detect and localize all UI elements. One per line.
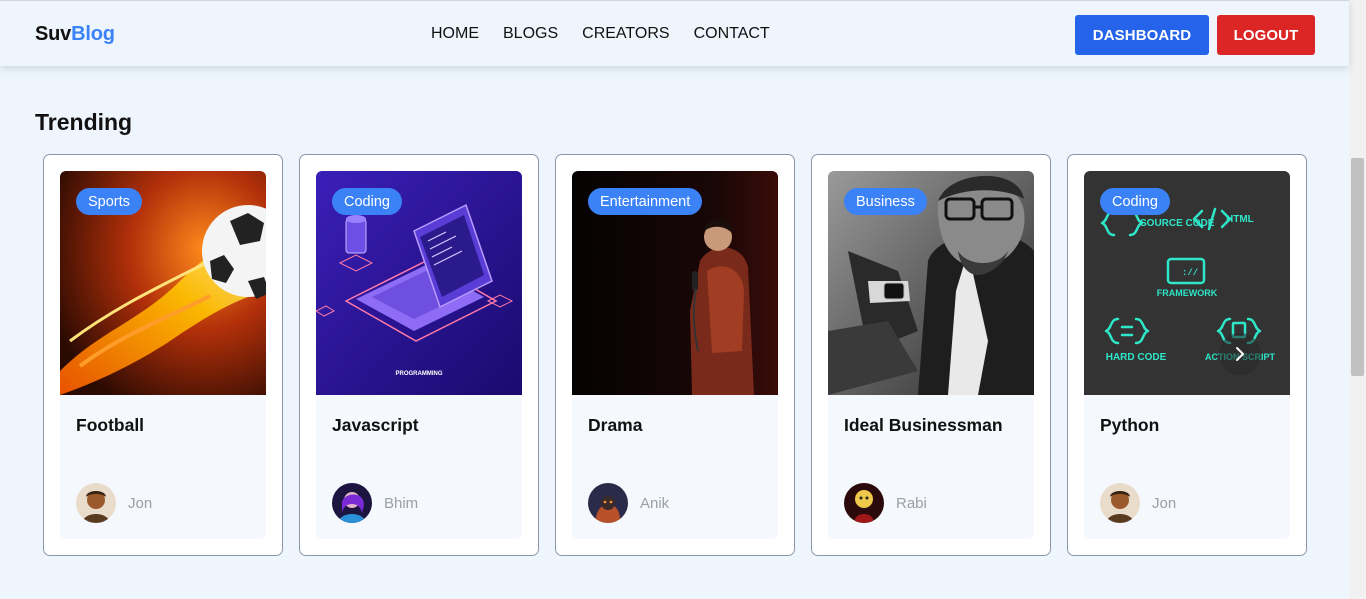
category-tag[interactable]: Entertainment	[588, 188, 703, 215]
card-body: Business Ideal Businessman Rabi	[828, 171, 1034, 539]
author-avatar	[588, 483, 628, 523]
category-tag[interactable]: Coding	[1100, 188, 1170, 215]
card-body: Sports Football Jon	[60, 171, 266, 539]
page: SuvBlog HOME BLOGS CREATORS CONTACT DASH…	[0, 0, 1366, 599]
category-tag[interactable]: Business	[844, 188, 927, 215]
laptop-isometric-image: PROGRAMMING Coding	[316, 171, 522, 395]
nav-home[interactable]: HOME	[431, 25, 479, 43]
scrollbar-thumb[interactable]	[1351, 158, 1364, 376]
logo-part-2: Blog	[71, 23, 115, 45]
image-label: HARD CODE	[1106, 352, 1167, 363]
main-nav: HOME BLOGS CREATORS CONTACT	[431, 25, 770, 43]
author-avatar	[844, 483, 884, 523]
blog-card[interactable]: Entertainment Drama Anik	[555, 154, 795, 556]
category-tag[interactable]: Coding	[332, 188, 402, 215]
card-body: Entertainment Drama Anik	[572, 171, 778, 539]
logo-part-1: Suv	[35, 23, 72, 45]
image-label: HTML	[1226, 214, 1254, 225]
card-title[interactable]: Javascript	[332, 415, 419, 436]
football-fire-image: Sports	[60, 171, 266, 395]
nav-creators[interactable]: CREATORS	[582, 25, 669, 43]
card-body: PROGRAMMING Coding Javascript Bhim	[316, 171, 522, 539]
logout-button[interactable]: LOGOUT	[1217, 15, 1315, 55]
author-name[interactable]: Anik	[640, 495, 669, 512]
author-name[interactable]: Rabi	[896, 495, 927, 512]
carousel-next-button[interactable]	[1219, 333, 1261, 375]
blog-card[interactable]: Business Ideal Businessman Rabi	[811, 154, 1051, 556]
chevron-right-icon	[1236, 347, 1244, 361]
blog-card[interactable]: SOURCE CODE HTML FRAMEWORK HARD CODE ACT…	[1067, 154, 1307, 556]
image-caption: PROGRAMMING	[396, 371, 443, 377]
card-title[interactable]: Football	[76, 415, 144, 436]
author-name[interactable]: Jon	[128, 495, 152, 512]
category-tag[interactable]: Sports	[76, 188, 142, 215]
section-title: Trending	[35, 109, 133, 135]
dashboard-button[interactable]: DASHBOARD	[1075, 15, 1209, 55]
svg-text:://: ://	[1182, 268, 1198, 278]
author-avatar	[76, 483, 116, 523]
site-logo[interactable]: SuvBlog	[35, 23, 115, 46]
image-label: SOURCE CODE	[1140, 218, 1215, 229]
businessman-watch-image: Business	[828, 171, 1034, 395]
blog-card[interactable]: PROGRAMMING Coding Javascript Bhim	[299, 154, 539, 556]
navbar: SuvBlog HOME BLOGS CREATORS CONTACT DASH…	[0, 0, 1349, 66]
stage-performer-image: Entertainment	[572, 171, 778, 395]
nav-blogs[interactable]: BLOGS	[503, 25, 558, 43]
author-name[interactable]: Bhim	[384, 495, 418, 512]
author-avatar	[1100, 483, 1140, 523]
author-name[interactable]: Jon	[1152, 495, 1176, 512]
card-title[interactable]: Python	[1100, 415, 1159, 436]
author-avatar	[332, 483, 372, 523]
blog-card[interactable]: Sports Football Jon	[43, 154, 283, 556]
card-title[interactable]: Drama	[588, 415, 642, 436]
nav-contact[interactable]: CONTACT	[694, 25, 770, 43]
card-title[interactable]: Ideal Businessman	[844, 415, 1003, 436]
image-label: FRAMEWORK	[1157, 288, 1218, 298]
